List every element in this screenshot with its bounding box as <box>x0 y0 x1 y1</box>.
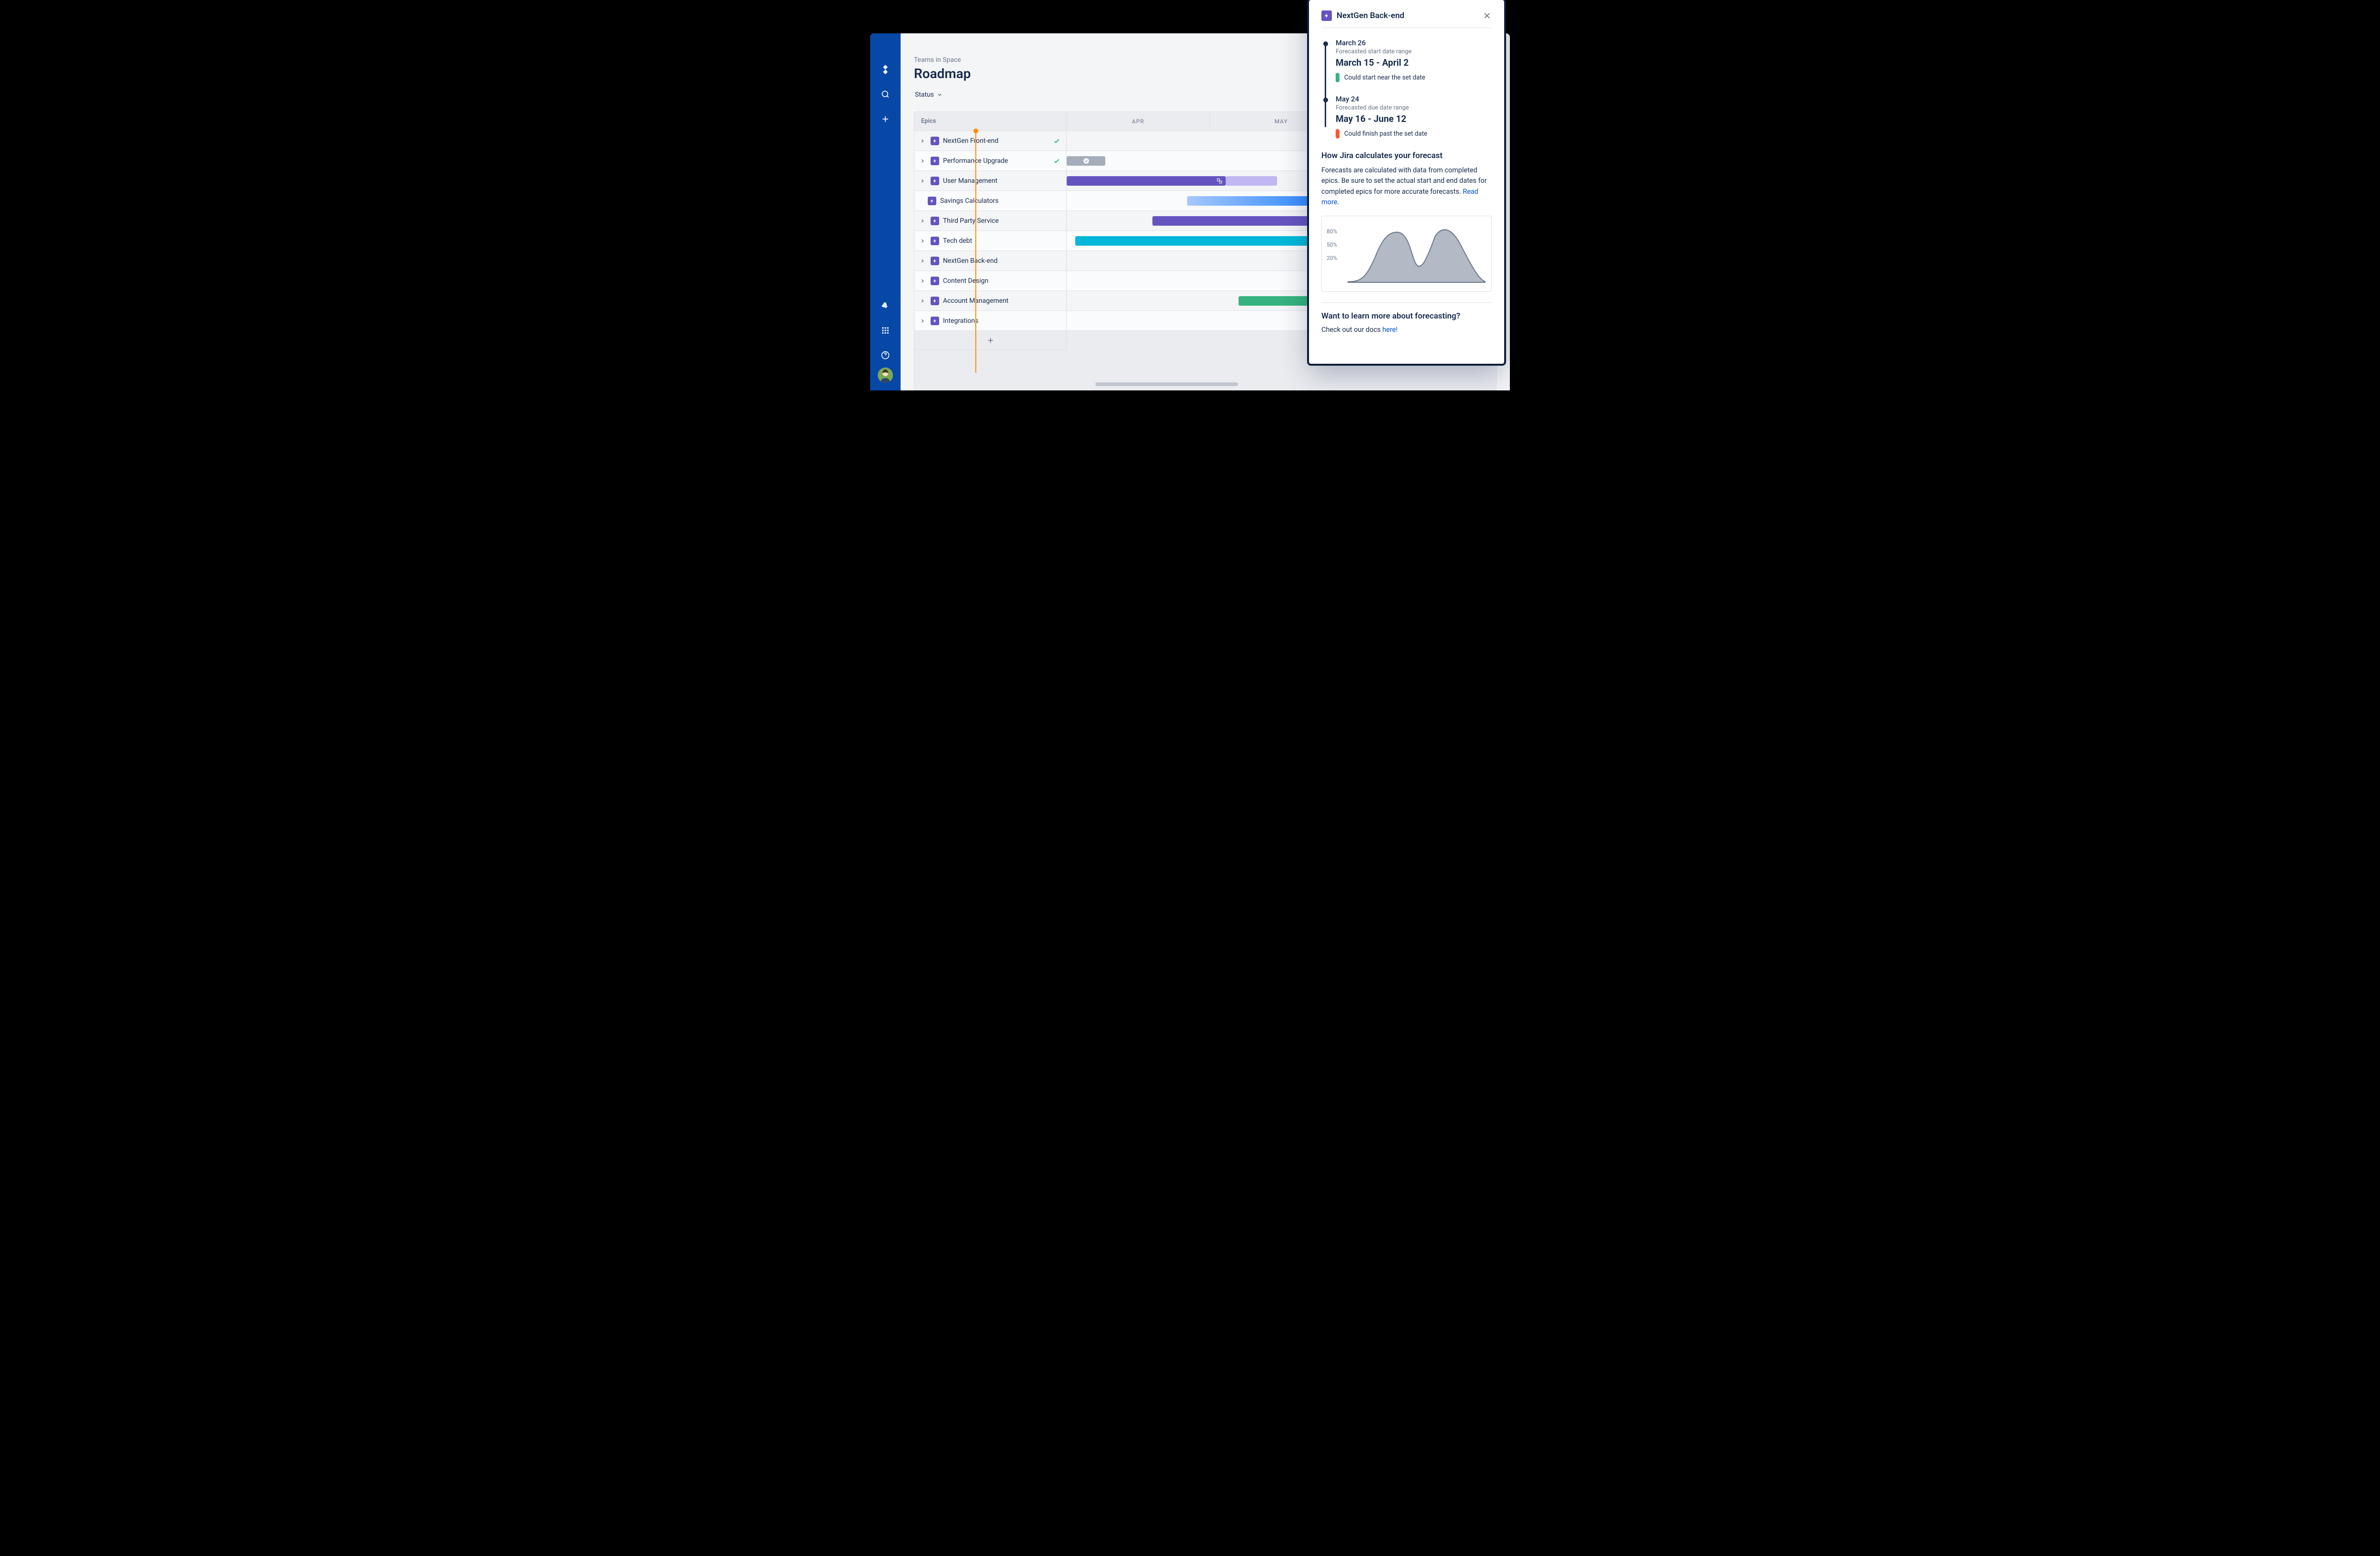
plus-icon <box>986 336 995 345</box>
forecast-due-status: Could finish past the set date <box>1344 130 1428 138</box>
forecast-start: March 26 Forecasted start date range Mar… <box>1323 39 1492 82</box>
forecast-start-range: March 15 - April 2 <box>1336 57 1492 68</box>
epic-icon <box>931 237 939 245</box>
epic-label[interactable]: Third Party Service <box>914 211 1067 230</box>
close-icon[interactable] <box>1482 11 1492 20</box>
epic-icon <box>931 257 939 265</box>
epic-label[interactable]: Integrations <box>914 311 1067 330</box>
y-tick: 20% <box>1327 251 1337 265</box>
epic-icon <box>1321 10 1332 21</box>
status-filter[interactable]: Status <box>914 88 943 101</box>
epic-label[interactable]: Content Design <box>914 271 1067 290</box>
expand-icon[interactable] <box>918 137 927 145</box>
children-icon <box>1216 178 1223 184</box>
epic-name: User Management <box>943 177 997 185</box>
epic-name: Third Party Service <box>943 217 999 225</box>
how-body: Forecasts are calculated with data from … <box>1321 165 1492 208</box>
panel-title: NextGen Back-end <box>1337 11 1478 20</box>
divider <box>1321 302 1492 303</box>
forecast-label: Forecasted start date range <box>1336 48 1492 55</box>
expand-icon[interactable] <box>918 317 927 325</box>
create-icon[interactable] <box>876 110 895 129</box>
epic-label[interactable]: NextGen Back-end <box>914 251 1067 270</box>
horizontal-scrollbar[interactable] <box>1095 382 1238 386</box>
forecast-label: Forecasted due date range <box>1336 104 1492 111</box>
epic-name: NextGen Back-end <box>943 257 998 265</box>
filter-label: Status <box>915 91 934 99</box>
expand-icon[interactable] <box>918 217 927 225</box>
epic-icon <box>931 177 939 185</box>
help-icon[interactable] <box>876 346 895 365</box>
avatar[interactable] <box>878 368 893 383</box>
epic-bar[interactable] <box>1067 156 1105 166</box>
epic-icon <box>931 217 939 225</box>
set-start-date: March 26 <box>1336 39 1492 47</box>
epic-name: Tech debt <box>943 237 972 245</box>
rocket-icon[interactable] <box>876 296 895 315</box>
expand-icon[interactable] <box>918 257 927 265</box>
today-marker <box>975 131 976 373</box>
chevron-down-icon <box>937 92 942 98</box>
epic-label[interactable]: Account Management <box>914 291 1067 310</box>
expand-icon[interactable] <box>918 157 927 165</box>
epic-icon <box>931 157 939 165</box>
expand-icon[interactable] <box>918 237 927 245</box>
forecast-timeline: March 26 Forecasted start date range Mar… <box>1323 39 1492 139</box>
epic-icon <box>931 137 939 145</box>
epic-name: Content Design <box>943 277 988 285</box>
y-tick: 50% <box>1327 238 1337 251</box>
done-check-icon <box>1053 157 1061 165</box>
expand-icon[interactable] <box>918 277 927 285</box>
forecast-panel: NextGen Back-end March 26 Forecasted sta… <box>1309 0 1504 364</box>
epic-label[interactable]: NextGen Front-end <box>914 131 1067 150</box>
epic-bar[interactable] <box>1067 176 1226 186</box>
how-title: How Jira calculates your forecast <box>1321 151 1492 160</box>
epic-label[interactable]: Tech debt <box>914 231 1067 250</box>
forecast-distribution-chart: 80% 50% 20% <box>1321 216 1492 292</box>
forecast-start-status: Could start near the set date <box>1344 74 1425 81</box>
epic-label[interactable]: User Management <box>914 171 1067 190</box>
epic-bar-forecast[interactable] <box>1226 176 1277 186</box>
expand-icon[interactable] <box>918 297 927 305</box>
search-icon[interactable] <box>876 85 895 104</box>
add-epic-button[interactable] <box>914 331 1067 350</box>
app-switcher-icon[interactable] <box>876 321 895 340</box>
jira-logo-icon[interactable] <box>876 60 895 79</box>
expand-icon[interactable] <box>918 177 927 185</box>
epics-column-header: Epics <box>914 112 1067 130</box>
epic-icon <box>931 277 939 285</box>
y-tick: 80% <box>1327 225 1337 238</box>
epic-bar[interactable] <box>1152 216 1333 226</box>
done-check-icon <box>1053 137 1061 145</box>
epic-name: NextGen Front-end <box>943 137 998 145</box>
epic-label[interactable]: Performance Upgrade <box>914 151 1067 170</box>
docs-link[interactable]: here! <box>1382 326 1398 334</box>
forecast-due-range: May 16 - June 12 <box>1336 113 1492 124</box>
epic-icon <box>931 297 939 305</box>
learn-more-title: Want to learn more about forecasting? <box>1321 311 1492 321</box>
epic-name: Integrations <box>943 317 978 325</box>
month-header: APR <box>1067 112 1210 130</box>
global-sidebar <box>870 33 901 390</box>
forecast-due: May 24 Forecasted due date range May 16 … <box>1323 95 1492 139</box>
epic-bar[interactable] <box>1187 196 1325 206</box>
epic-icon <box>928 197 936 205</box>
epic-name: Savings Calculators <box>940 197 999 205</box>
done-badge-icon <box>1083 158 1090 164</box>
status-pill-risk <box>1336 129 1339 139</box>
set-due-date: May 24 <box>1336 95 1492 103</box>
epic-label[interactable]: Savings Calculators <box>914 191 1067 210</box>
epic-icon <box>931 317 939 325</box>
status-pill-ok <box>1336 73 1339 82</box>
learn-more-body: Check out our docs here! <box>1321 325 1492 335</box>
